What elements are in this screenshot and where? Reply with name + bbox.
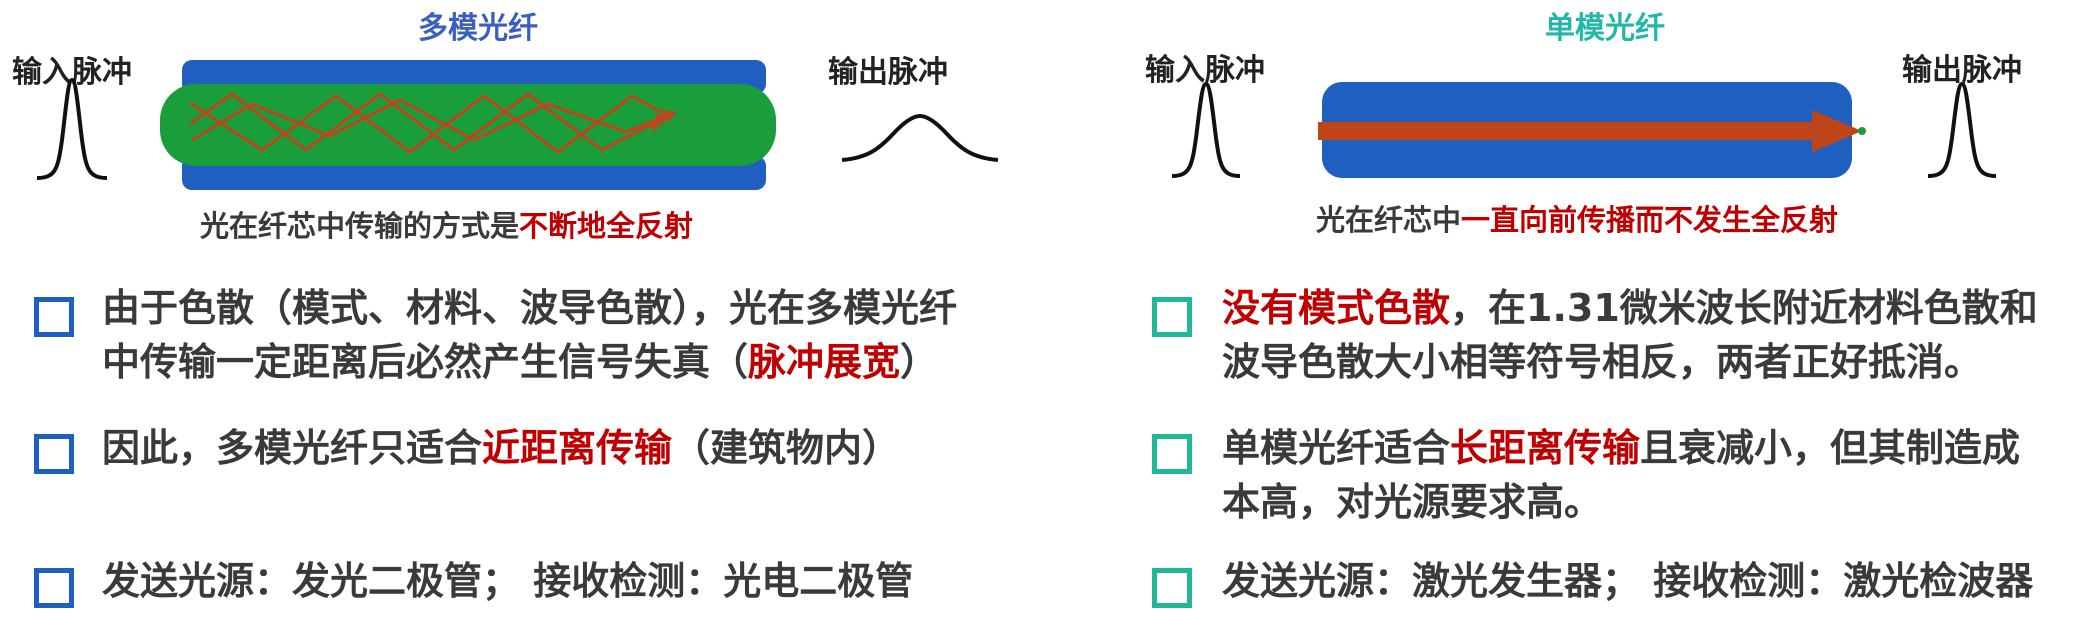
- multimode-output-pulse-icon: [841, 113, 999, 162]
- multimode-point-2: 因此，多模光纤只适合近距离传输（建筑物内）: [102, 426, 901, 470]
- singlemode-point-1-line-2: 波导色散大小相等符号相反，两者正好抵消。: [1222, 340, 1983, 384]
- singlemode-input-pulse-icon: [1171, 81, 1241, 178]
- singlemode-point-2-line-2: 本高，对光源要求高。: [1222, 480, 1603, 524]
- singlemode-point-2-line-1: 单模光纤适合长距离传输且衰减小，但其制造成: [1222, 426, 2021, 470]
- singlemode-point-3: 发送光源：激光发生器； 接收检测：激光检波器: [1222, 559, 2034, 603]
- multimode-point-1-line-2: 中传输一定距离后必然产生信号失真（脉冲展宽）: [102, 340, 939, 384]
- square-checkbox-icon: [34, 297, 74, 337]
- singlemode-core-tip: [1858, 127, 1866, 135]
- multimode-input-label: 输入脉冲: [12, 55, 132, 90]
- multimode-point-3: 发送光源：发光二极管； 接收检测：光电二极管: [102, 559, 914, 603]
- multimode-point-1-line-1: 由于色散（模式、材料、波导色散），光在多模光纤: [102, 286, 958, 330]
- multimode-output-label: 输出脉冲: [828, 55, 948, 90]
- singlemode-caption: 光在纤芯中一直向前传播而不发生全反射: [1316, 203, 1838, 237]
- multimode-core: [160, 84, 776, 166]
- multimode-title: 多模光纤: [418, 11, 538, 46]
- square-checkbox-icon: [34, 568, 74, 608]
- singlemode-straight-ray: [1318, 122, 1836, 140]
- singlemode-output-pulse-icon: [1927, 81, 1997, 178]
- singlemode-point-1-line-1: 没有模式色散，在1.31微米波长附近材料色散和: [1222, 286, 2038, 330]
- square-checkbox-icon: [34, 434, 74, 474]
- slide: 多模光纤 输入脉冲 输出脉冲 光在纤芯中传输的方式是不断地全反射 单模光纤 输入…: [0, 0, 2096, 626]
- multimode-caption: 光在纤芯中传输的方式是不断地全反射: [200, 209, 693, 243]
- square-checkbox-icon: [1152, 434, 1192, 474]
- square-checkbox-icon: [1152, 568, 1192, 608]
- multimode-input-pulse-icon: [36, 77, 108, 180]
- square-checkbox-icon: [1152, 297, 1192, 337]
- singlemode-title: 单模光纤: [1545, 11, 1665, 46]
